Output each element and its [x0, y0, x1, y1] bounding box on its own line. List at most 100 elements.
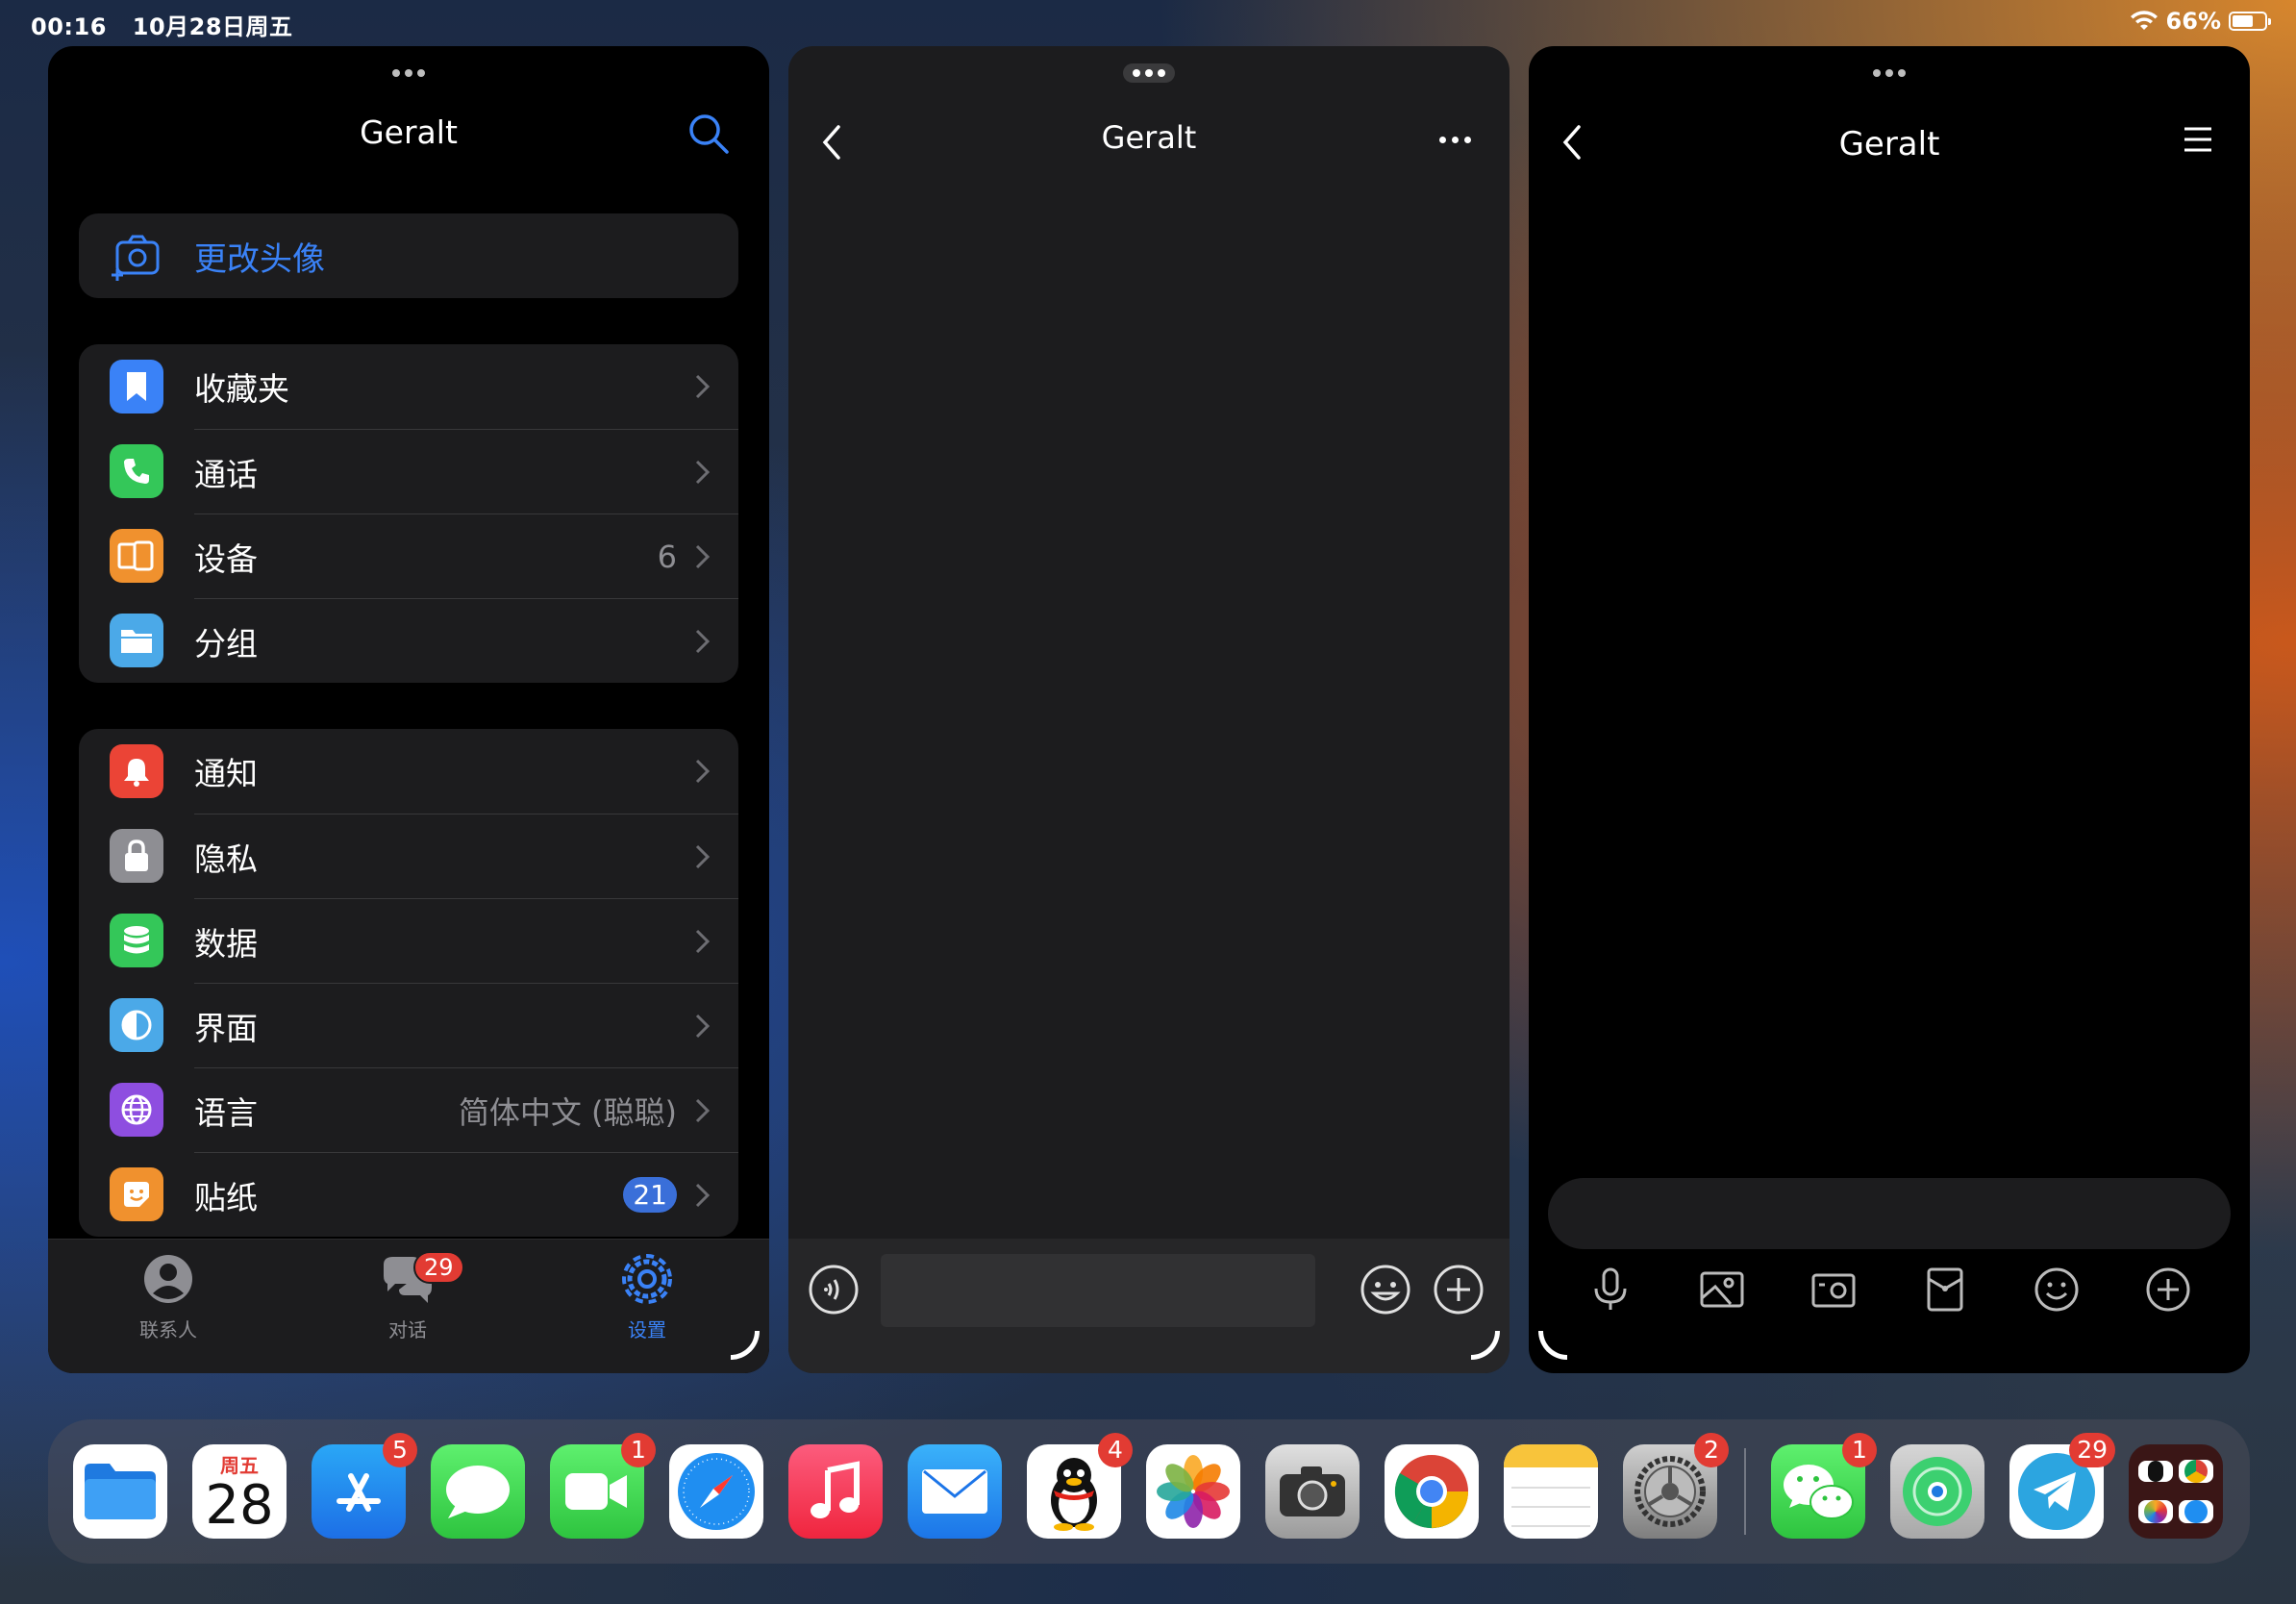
window-grabber[interactable] — [1123, 63, 1175, 83]
chevron-right-icon — [695, 1098, 711, 1122]
search-icon[interactable] — [685, 110, 733, 158]
plus-icon[interactable] — [2144, 1266, 2192, 1314]
row-folders[interactable]: 分组 — [79, 598, 738, 683]
chevron-right-icon — [695, 1014, 711, 1038]
page-title: Geralt — [360, 113, 458, 151]
row-label: 收藏夹 — [194, 370, 289, 408]
emoji-icon[interactable] — [2033, 1266, 2081, 1314]
app-telegram[interactable]: 29 — [2009, 1433, 2115, 1539]
camera-add-icon — [112, 235, 160, 281]
qq-chat-title: Geralt — [1838, 125, 1940, 163]
compass-icon — [678, 1453, 755, 1530]
penguin-icon — [1051, 1458, 1097, 1531]
row-value: 简体中文 (聪聪) — [458, 1093, 677, 1131]
message-input[interactable] — [881, 1254, 1315, 1327]
chevron-right-icon — [695, 629, 711, 653]
row-label: 隐私 — [194, 840, 258, 878]
menu-icon[interactable] — [2183, 125, 2213, 154]
app-files[interactable] — [73, 1444, 167, 1539]
mini-safari-icon — [2179, 1500, 2213, 1523]
red-packet-icon[interactable] — [1921, 1266, 1969, 1314]
calendar-day: 28 — [205, 1473, 274, 1537]
app-library[interactable] — [2129, 1444, 2223, 1539]
chevron-right-icon — [695, 929, 711, 953]
row-devices[interactable]: 设备 6 — [79, 514, 738, 598]
row-value: 6 — [657, 538, 677, 575]
app-find-my[interactable] — [1890, 1444, 1984, 1539]
app-qq[interactable]: 4 — [1027, 1433, 1133, 1539]
tab-label: 设置 — [628, 1318, 666, 1341]
voice-icon[interactable] — [808, 1264, 860, 1316]
app-app-store[interactable]: 5 — [312, 1433, 417, 1539]
app-music[interactable] — [788, 1444, 883, 1539]
chevron-right-icon — [695, 1183, 711, 1207]
row-label: 语言 — [194, 1093, 258, 1132]
plus-icon[interactable] — [1433, 1264, 1485, 1316]
app-camera[interactable] — [1265, 1444, 1360, 1539]
settings-group-1: 收藏夹 通话 设备 6 分组 — [79, 344, 738, 683]
change-avatar-button[interactable]: 更改头像 — [79, 213, 738, 298]
row-label: 界面 — [194, 1009, 258, 1047]
status-bar: 00:16 10月28日周五 66% — [0, 0, 2296, 44]
row-label: 分组 — [194, 624, 258, 663]
bookmark-icon — [110, 360, 163, 414]
emoji-icon[interactable] — [1360, 1264, 1411, 1316]
settings-group-2: 通知 隐私 数据 界面 语言 简体中文 (聪聪) 贴纸 21 — [79, 729, 738, 1237]
wechat-icon — [1784, 1465, 1854, 1519]
row-stickers[interactable]: 贴纸 21 — [79, 1152, 738, 1237]
tab-label: 对话 — [388, 1318, 427, 1341]
chat-input-bar — [788, 1239, 1510, 1373]
row-data[interactable]: 数据 — [79, 898, 738, 983]
appearance-icon — [110, 998, 163, 1052]
row-notifications[interactable]: 通知 — [79, 729, 738, 814]
app-mail[interactable] — [908, 1444, 1002, 1539]
chrome-icon — [1394, 1455, 1468, 1529]
video-camera-icon — [565, 1473, 627, 1510]
tab-chats[interactable]: 对话 29 — [331, 1251, 485, 1342]
app-calendar[interactable]: 周五 28 — [192, 1444, 287, 1539]
tab-bar: 联系人 对话 29 设置 — [48, 1239, 769, 1373]
row-language[interactable]: 语言 简体中文 (聪聪) — [79, 1067, 738, 1152]
bell-icon — [110, 744, 163, 798]
phone-icon — [110, 444, 163, 498]
app-badge: 5 — [383, 1433, 417, 1467]
qq-message-input[interactable] — [1548, 1178, 2231, 1249]
window-resize-handle[interactable] — [1538, 1331, 1567, 1360]
sticker-icon — [110, 1167, 163, 1221]
chevron-right-icon — [695, 844, 711, 868]
wifi-icon — [2130, 11, 2158, 30]
app-photos[interactable] — [1146, 1444, 1240, 1539]
app-notes[interactable] — [1504, 1444, 1598, 1539]
devices-icon — [110, 529, 163, 583]
mini-qq-icon — [2138, 1461, 2173, 1482]
row-label: 通话 — [194, 455, 258, 493]
dock-divider — [1744, 1448, 1746, 1535]
camera-icon[interactable] — [1809, 1266, 1858, 1314]
music-note-icon — [811, 1461, 860, 1518]
status-date: 10月28日周五 — [132, 13, 293, 40]
chevron-right-icon — [695, 374, 711, 399]
status-left: 00:16 10月28日周五 — [31, 8, 311, 41]
app-safari[interactable] — [669, 1444, 763, 1539]
app-chrome[interactable] — [1385, 1444, 1479, 1539]
row-calls[interactable]: 通话 — [79, 429, 738, 514]
tab-contacts[interactable]: 联系人 — [91, 1251, 245, 1342]
window-grabber[interactable] — [383, 63, 435, 83]
app-settings[interactable]: 2 — [1623, 1433, 1729, 1539]
app-badge: 4 — [1098, 1433, 1133, 1467]
image-icon[interactable] — [1698, 1266, 1746, 1314]
radar-icon — [1903, 1457, 1972, 1526]
app-wechat[interactable]: 1 — [1771, 1433, 1877, 1539]
app-messages[interactable] — [431, 1444, 525, 1539]
row-favorites[interactable]: 收藏夹 — [79, 344, 738, 429]
row-label: 贴纸 — [194, 1178, 258, 1216]
row-appearance[interactable]: 界面 — [79, 983, 738, 1067]
app-facetime[interactable]: 1 — [550, 1433, 656, 1539]
window-grabber[interactable] — [1863, 63, 1915, 83]
more-options-icon[interactable] — [1439, 137, 1471, 143]
row-label: 数据 — [194, 924, 258, 963]
app-badge: 1 — [1842, 1433, 1877, 1467]
tab-settings[interactable]: 设置 — [570, 1251, 724, 1342]
microphone-icon[interactable] — [1586, 1266, 1635, 1314]
row-privacy[interactable]: 隐私 — [79, 814, 738, 898]
